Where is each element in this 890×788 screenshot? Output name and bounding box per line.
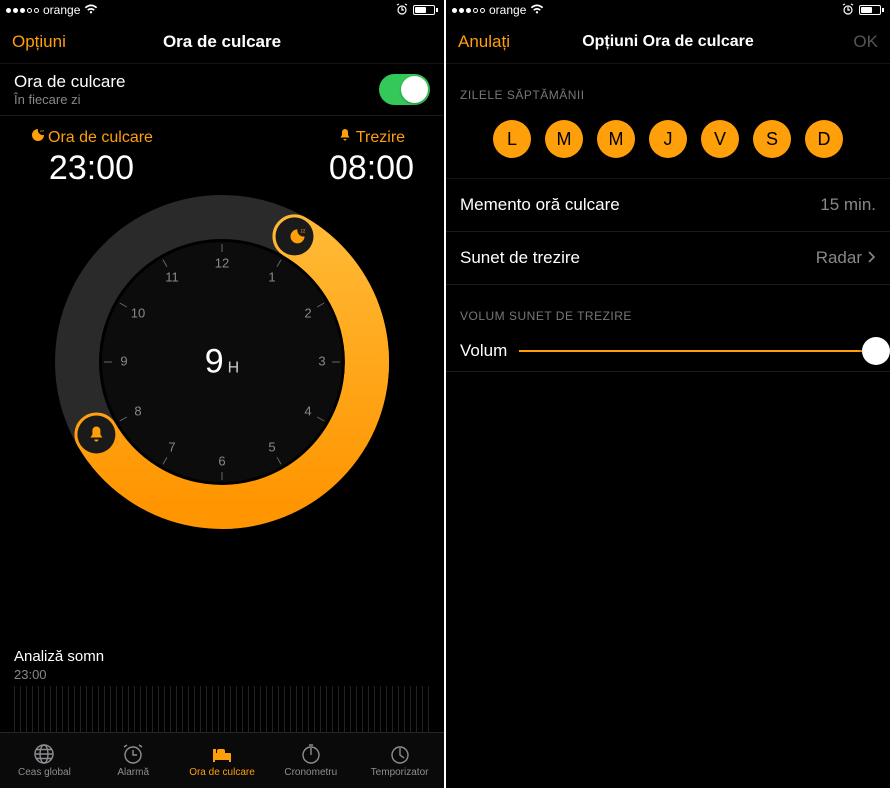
sleep-analysis-chart (14, 686, 430, 732)
day-chip-v[interactable]: V (701, 120, 739, 158)
page-title: Ora de culcare (163, 32, 281, 52)
wake-label: Trezire (356, 129, 405, 147)
bedtime-toggle[interactable] (379, 74, 430, 105)
volume-section-header: VOLUM SUNET DE TREZIRE (446, 285, 890, 331)
reminder-value: 15 min. (820, 195, 876, 215)
day-chip-d[interactable]: D (805, 120, 843, 158)
alarm-icon (841, 3, 855, 18)
bedtime-enable-row: Ora de culcare În fiecare zi (0, 64, 444, 116)
sleep-analysis-title: Analiză somn (14, 648, 430, 665)
svg-text:zz: zz (301, 228, 307, 234)
tab-bar: Ceas global Alarmă Ora de culcare Cronom… (0, 732, 444, 788)
tab-timer[interactable]: Temporizator (355, 733, 444, 788)
svg-text:12: 12 (215, 255, 229, 270)
signal-strength-icon (452, 8, 485, 13)
bedtime-row-subtitle: În fiecare zi (14, 92, 126, 107)
svg-text:11: 11 (165, 269, 179, 284)
carrier-label: orange (43, 3, 80, 17)
reminder-row[interactable]: Memento oră culcare 15 min. (446, 179, 890, 232)
wake-sound-label: Sunet de trezire (460, 248, 580, 268)
svg-text:7: 7 (168, 439, 175, 454)
tab-stopwatch[interactable]: Cronometru (266, 733, 355, 788)
volume-slider[interactable] (519, 350, 876, 352)
day-chip-m1[interactable]: M (545, 120, 583, 158)
svg-text:2: 2 (304, 305, 311, 320)
sleep-dial[interactable]: zz 12 1 2 3 4 5 6 7 8 9 10 11 (52, 192, 392, 532)
svg-text:4: 4 (304, 403, 311, 418)
cancel-button[interactable]: Anulați (458, 32, 538, 52)
volume-label: Volum (460, 341, 507, 361)
times-row: zz Ora de culcare 23:00 Trezire 08:00 (14, 128, 430, 188)
days-of-week-row: L M M J V S D (446, 110, 890, 179)
wifi-icon (530, 3, 544, 18)
sleep-duration: 9H (205, 343, 239, 382)
bedtime-value[interactable]: 23:00 (30, 149, 153, 188)
days-section-header: ZILELE SĂPTĂMÂNII (446, 64, 890, 110)
wake-value[interactable]: 08:00 (329, 149, 414, 188)
tab-bedtime[interactable]: Ora de culcare (178, 733, 267, 788)
volume-row: Volum (446, 331, 890, 372)
svg-text:10: 10 (131, 305, 145, 320)
svg-text:3: 3 (318, 353, 325, 368)
signal-strength-icon (6, 8, 39, 13)
bell-icon (338, 128, 352, 147)
battery-icon (413, 5, 438, 15)
day-chip-l[interactable]: L (493, 120, 531, 158)
bedtime-row-title: Ora de culcare (14, 72, 126, 92)
options-button[interactable]: Opțiuni (12, 32, 92, 52)
nav-header: Anulați Opțiuni Ora de culcare OK (446, 20, 890, 64)
wake-sound-row[interactable]: Sunet de trezire Radar (446, 232, 890, 285)
svg-text:5: 5 (268, 439, 275, 454)
nav-header: Opțiuni Ora de culcare (0, 20, 444, 64)
day-chip-j[interactable]: J (649, 120, 687, 158)
moon-sleep-icon: zz (30, 128, 44, 147)
svg-text:1: 1 (268, 269, 275, 284)
slider-thumb[interactable] (862, 337, 890, 365)
status-bar: orange (0, 0, 444, 20)
sleep-analysis-section[interactable]: Analiză somn 23:00 (0, 648, 444, 732)
bedtime-screen: orange Opțiuni Ora de culcare Ora de cul… (0, 0, 444, 788)
page-title: Opțiuni Ora de culcare (582, 33, 754, 51)
tab-world-clock[interactable]: Ceas global (0, 733, 89, 788)
bedtime-label: Ora de culcare (48, 129, 153, 147)
wake-sound-value: Radar (816, 248, 862, 268)
status-bar: orange (446, 0, 890, 20)
svg-text:8: 8 (134, 403, 141, 418)
reminder-label: Memento oră culcare (460, 195, 620, 215)
ok-button[interactable]: OK (798, 32, 878, 52)
wifi-icon (84, 3, 98, 18)
day-chip-s[interactable]: S (753, 120, 791, 158)
svg-text:6: 6 (218, 453, 225, 468)
svg-text:9: 9 (120, 353, 127, 368)
tab-alarm[interactable]: Alarmă (89, 733, 178, 788)
svg-text:zz: zz (40, 128, 44, 133)
bedtime-options-screen: orange Anulați Opțiuni Ora de culcare OK… (446, 0, 890, 788)
alarm-icon (395, 3, 409, 18)
battery-icon (859, 5, 884, 15)
sleep-analysis-start: 23:00 (14, 667, 430, 682)
chevron-right-icon (868, 248, 876, 268)
day-chip-m2[interactable]: M (597, 120, 635, 158)
carrier-label: orange (489, 3, 526, 17)
